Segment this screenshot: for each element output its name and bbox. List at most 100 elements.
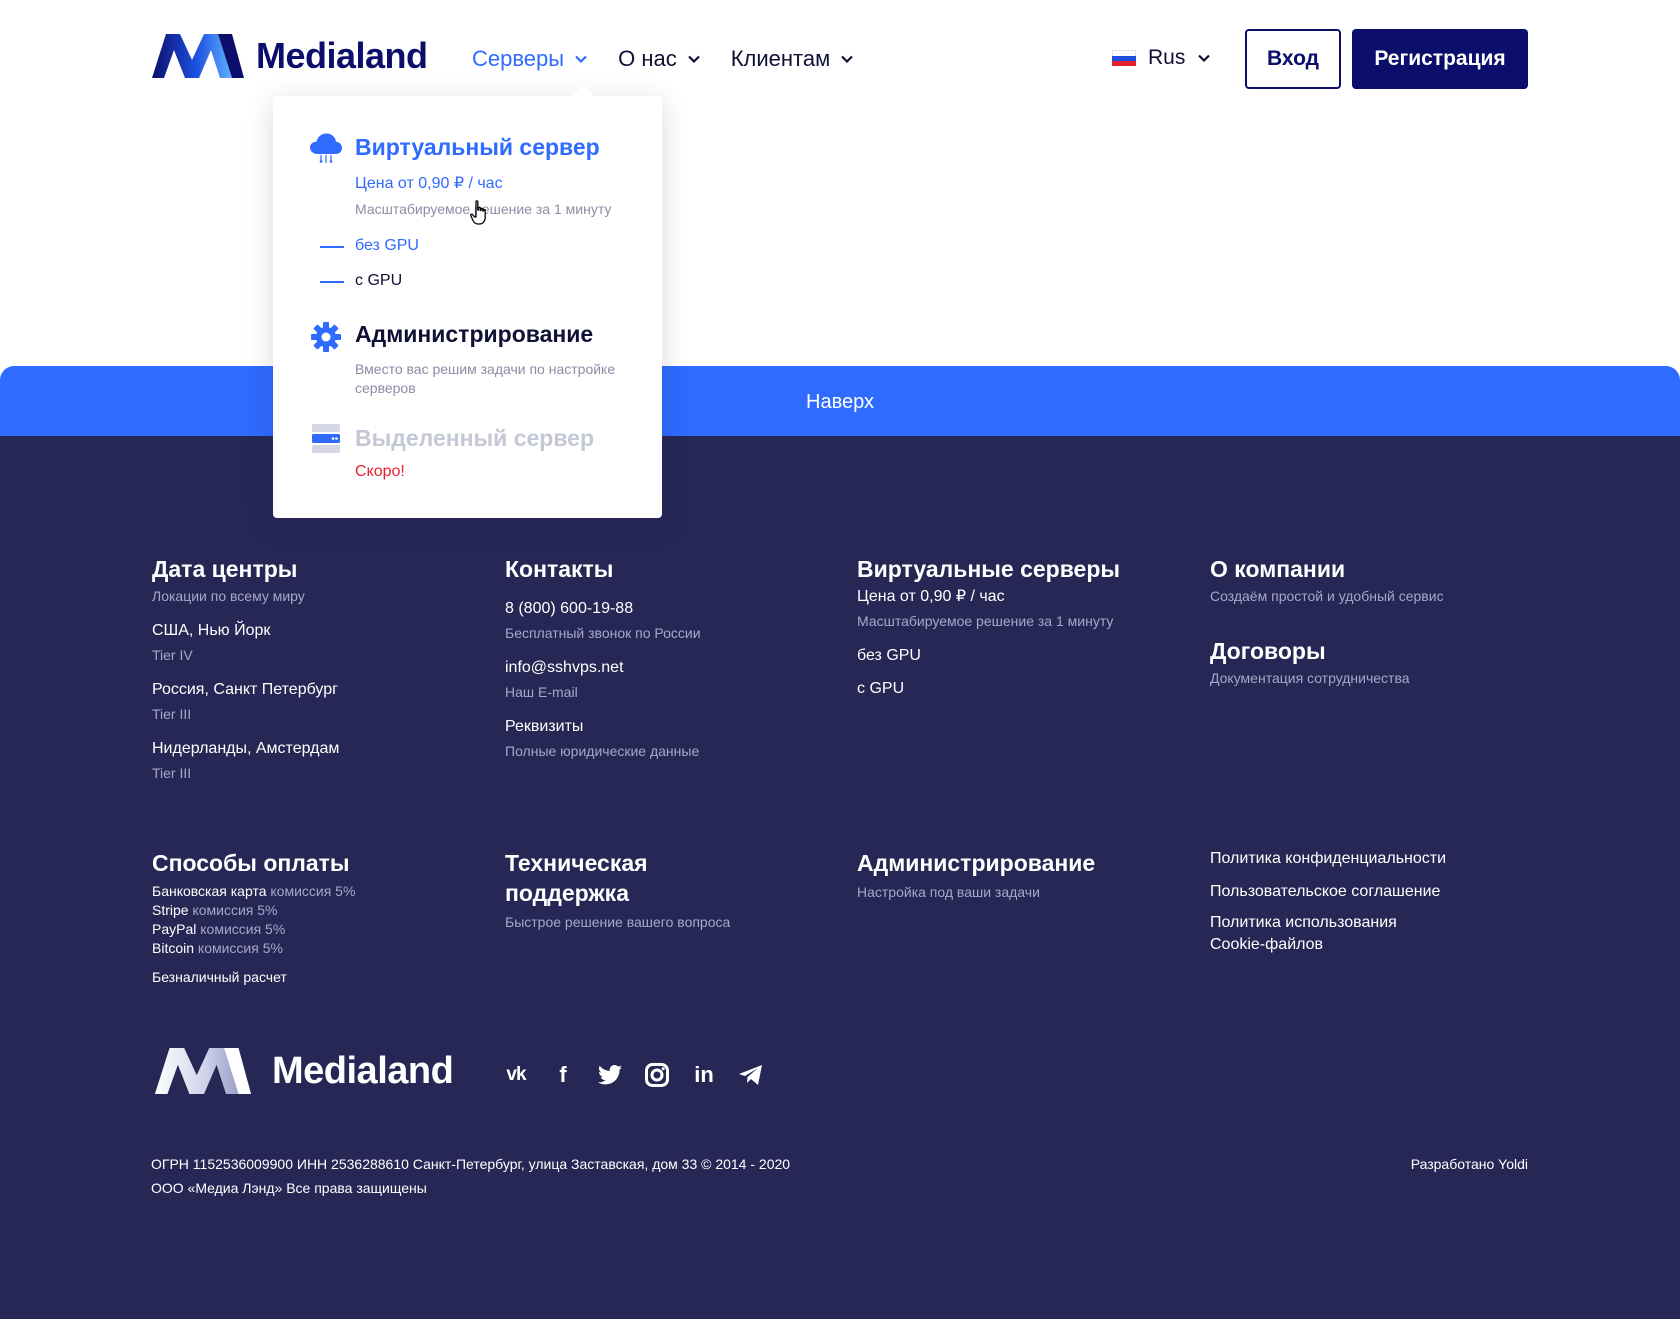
site-header: Medialand Серверы О нас Клиентам Rus Вхо… [0,0,1680,120]
footer-company: О компании Создаём простой и удобный сер… [1210,554,1550,688]
cashless-payment-link[interactable]: Безналичный расчет [152,968,492,987]
contact-email[interactable]: info@sshvps.net Наш E-mail [505,657,845,702]
social-links: vk f in [503,1062,764,1088]
virtual-servers-desc: Масштабируемое решение за 1 минуту [857,613,1114,629]
brand-logo[interactable]: Medialand [152,34,428,78]
russia-flag-icon [1112,50,1136,66]
chevron-down-icon [841,55,853,64]
contacts-title: Контакты [505,556,614,582]
scroll-to-top-label: Наверх [806,390,874,413]
medialand-logo-icon [152,34,244,78]
main-nav: Серверы О нас Клиентам [472,46,884,72]
nav-servers-label: Серверы [472,46,565,71]
footer-link-gpu[interactable]: с GPU [857,678,1197,700]
dash-icon [320,246,344,248]
telegram-icon[interactable] [738,1062,764,1088]
footer-link-no-gpu[interactable]: без GPU [857,645,1197,667]
brand-name: Medialand [256,35,428,76]
cloud-server-icon [310,133,342,163]
legal-line-1: ОГРН 1152536009900 ИНН 2536288610 Санкт-… [151,1156,791,1172]
chevron-down-icon [575,55,587,64]
contact-email-value: info@sshvps.net [505,659,624,676]
support-title-line1[interactable]: Техническая [505,848,845,878]
dash-icon [320,281,344,283]
virtual-server-link[interactable]: Виртуальный сервер [355,134,600,161]
language-selector[interactable]: Rus [1112,46,1211,70]
privacy-policy-link[interactable]: Политика конфиденциальности [1210,848,1550,870]
footer-admin: Администрирование Настройка под ваши зад… [857,848,1197,902]
facebook-icon[interactable]: f [550,1062,576,1088]
payment-method: Stripe комиссия 5% [152,902,278,918]
footer-brand-logo[interactable]: Medialand [152,1048,454,1094]
nav-clients[interactable]: Клиентам [731,46,855,72]
datacenters-subtitle: Локации по всему миру [152,588,305,604]
footer-virtual-servers: Виртуальные серверы Цена от 0,90 ₽ / час… [857,554,1197,700]
contact-requisites[interactable]: Реквизиты Полные юридические данные [505,716,845,761]
datacenter-name: США, Нью Йорк [152,622,271,639]
legal-line-2: ООО «Медиа Лэнд» Все права защищены [151,1180,427,1196]
administration-link[interactable]: Администрирование [355,321,593,348]
login-button[interactable]: Вход [1245,29,1341,89]
register-button[interactable]: Регистрация [1352,29,1528,89]
hand-cursor-icon [470,200,486,225]
datacenter-item[interactable]: Нидерланды, Амстердам Tier III [152,738,492,783]
medialand-logo-icon [154,1048,252,1094]
cookie-policy-link[interactable]: Политика использования Cookie-файлов [1210,912,1550,956]
support-subtitle: Быстрое решение вашего вопроса [505,914,731,930]
twitter-icon[interactable] [597,1062,623,1088]
nav-about-label: О нас [618,46,677,71]
contact-email-note: Наш E-mail [505,684,578,700]
chevron-down-icon [1198,54,1211,63]
user-agreement-link[interactable]: Пользовательское соглашение [1210,881,1550,903]
virtual-servers-price: Цена от 0,90 ₽ / час [857,588,1005,605]
contact-requisites-value: Реквизиты [505,718,584,735]
nav-clients-label: Клиентам [730,46,831,71]
admin-subtitle: Настройка под ваши задачи [857,884,1040,900]
servers-dropdown-menu: Виртуальный сервер Цена от 0,90 ₽ / час … [273,84,662,518]
payment-method: Банковская карта комиссия 5% [152,883,356,899]
contact-phone-note: Бесплатный звонок по России [505,625,701,641]
datacenter-item[interactable]: Россия, Санкт Петербург Tier III [152,679,492,724]
site-footer: Дата центры Локации по всему миру США, Н… [0,436,1680,1319]
developer-credit[interactable]: Разработано Yoldi [1411,1152,1528,1176]
dropdown-link-no-gpu[interactable]: без GPU [355,237,419,255]
instagram-icon[interactable] [644,1062,670,1088]
datacenter-tier: Tier IV [152,647,193,663]
datacenter-name: Россия, Санкт Петербург [152,681,338,698]
cookie-policy-line2: Cookie-файлов [1210,936,1324,953]
payment-method: Bitcoin комиссия 5% [152,940,283,956]
dropdown-link-gpu[interactable]: с GPU [355,272,402,290]
administration-desc: Вместо вас решим задачи по настройке сер… [355,361,616,396]
contact-phone-value: 8 (800) 600-19-88 [505,600,634,617]
chevron-down-icon [687,55,700,64]
cookie-policy-line1: Политика использования [1210,914,1397,931]
contact-phone[interactable]: 8 (800) 600-19-88 Бесплатный звонок по Р… [505,598,845,643]
datacenter-item[interactable]: США, Нью Йорк Tier IV [152,620,492,665]
footer-policies: Политика конфиденциальности Пользователь… [1210,848,1550,956]
gear-icon [311,322,341,352]
legal-info: ОГРН 1152536009900 ИНН 2536288610 Санкт-… [151,1152,790,1200]
datacenter-tier: Tier III [152,706,192,722]
datacenters-title[interactable]: Дата центры [152,554,492,584]
vk-icon[interactable]: vk [503,1062,529,1088]
scroll-to-top-bar[interactable]: Наверх [0,366,1680,438]
contracts-title[interactable]: Договоры [1210,636,1550,666]
datacenter-name: Нидерланды, Амстердам [152,740,340,757]
admin-title[interactable]: Администрирование [857,848,1197,878]
dedicated-server-icon [312,424,340,453]
company-subtitle: Создаём простой и удобный сервис [1210,588,1444,604]
nav-about[interactable]: О нас [618,46,701,72]
payment-methods: Банковская карта комиссия 5% Stripe коми… [152,882,492,958]
footer-payment: Способы оплаты Банковская карта комиссия… [152,848,492,987]
dedicated-server-link: Выделенный сервер [355,425,595,451]
support-title-line2[interactable]: поддержка [505,878,845,908]
datacenter-tier: Tier III [152,765,192,781]
payment-method: PayPal комиссия 5% [152,921,286,937]
contact-requisites-note: Полные юридические данные [505,743,700,759]
linkedin-icon[interactable]: in [691,1062,717,1088]
virtual-servers-title[interactable]: Виртуальные серверы [857,554,1197,584]
nav-servers[interactable]: Серверы [472,46,588,72]
contracts-subtitle: Документация сотрудничества [1210,670,1410,686]
company-title[interactable]: О компании [1210,554,1550,584]
language-label: Rus [1148,46,1186,69]
